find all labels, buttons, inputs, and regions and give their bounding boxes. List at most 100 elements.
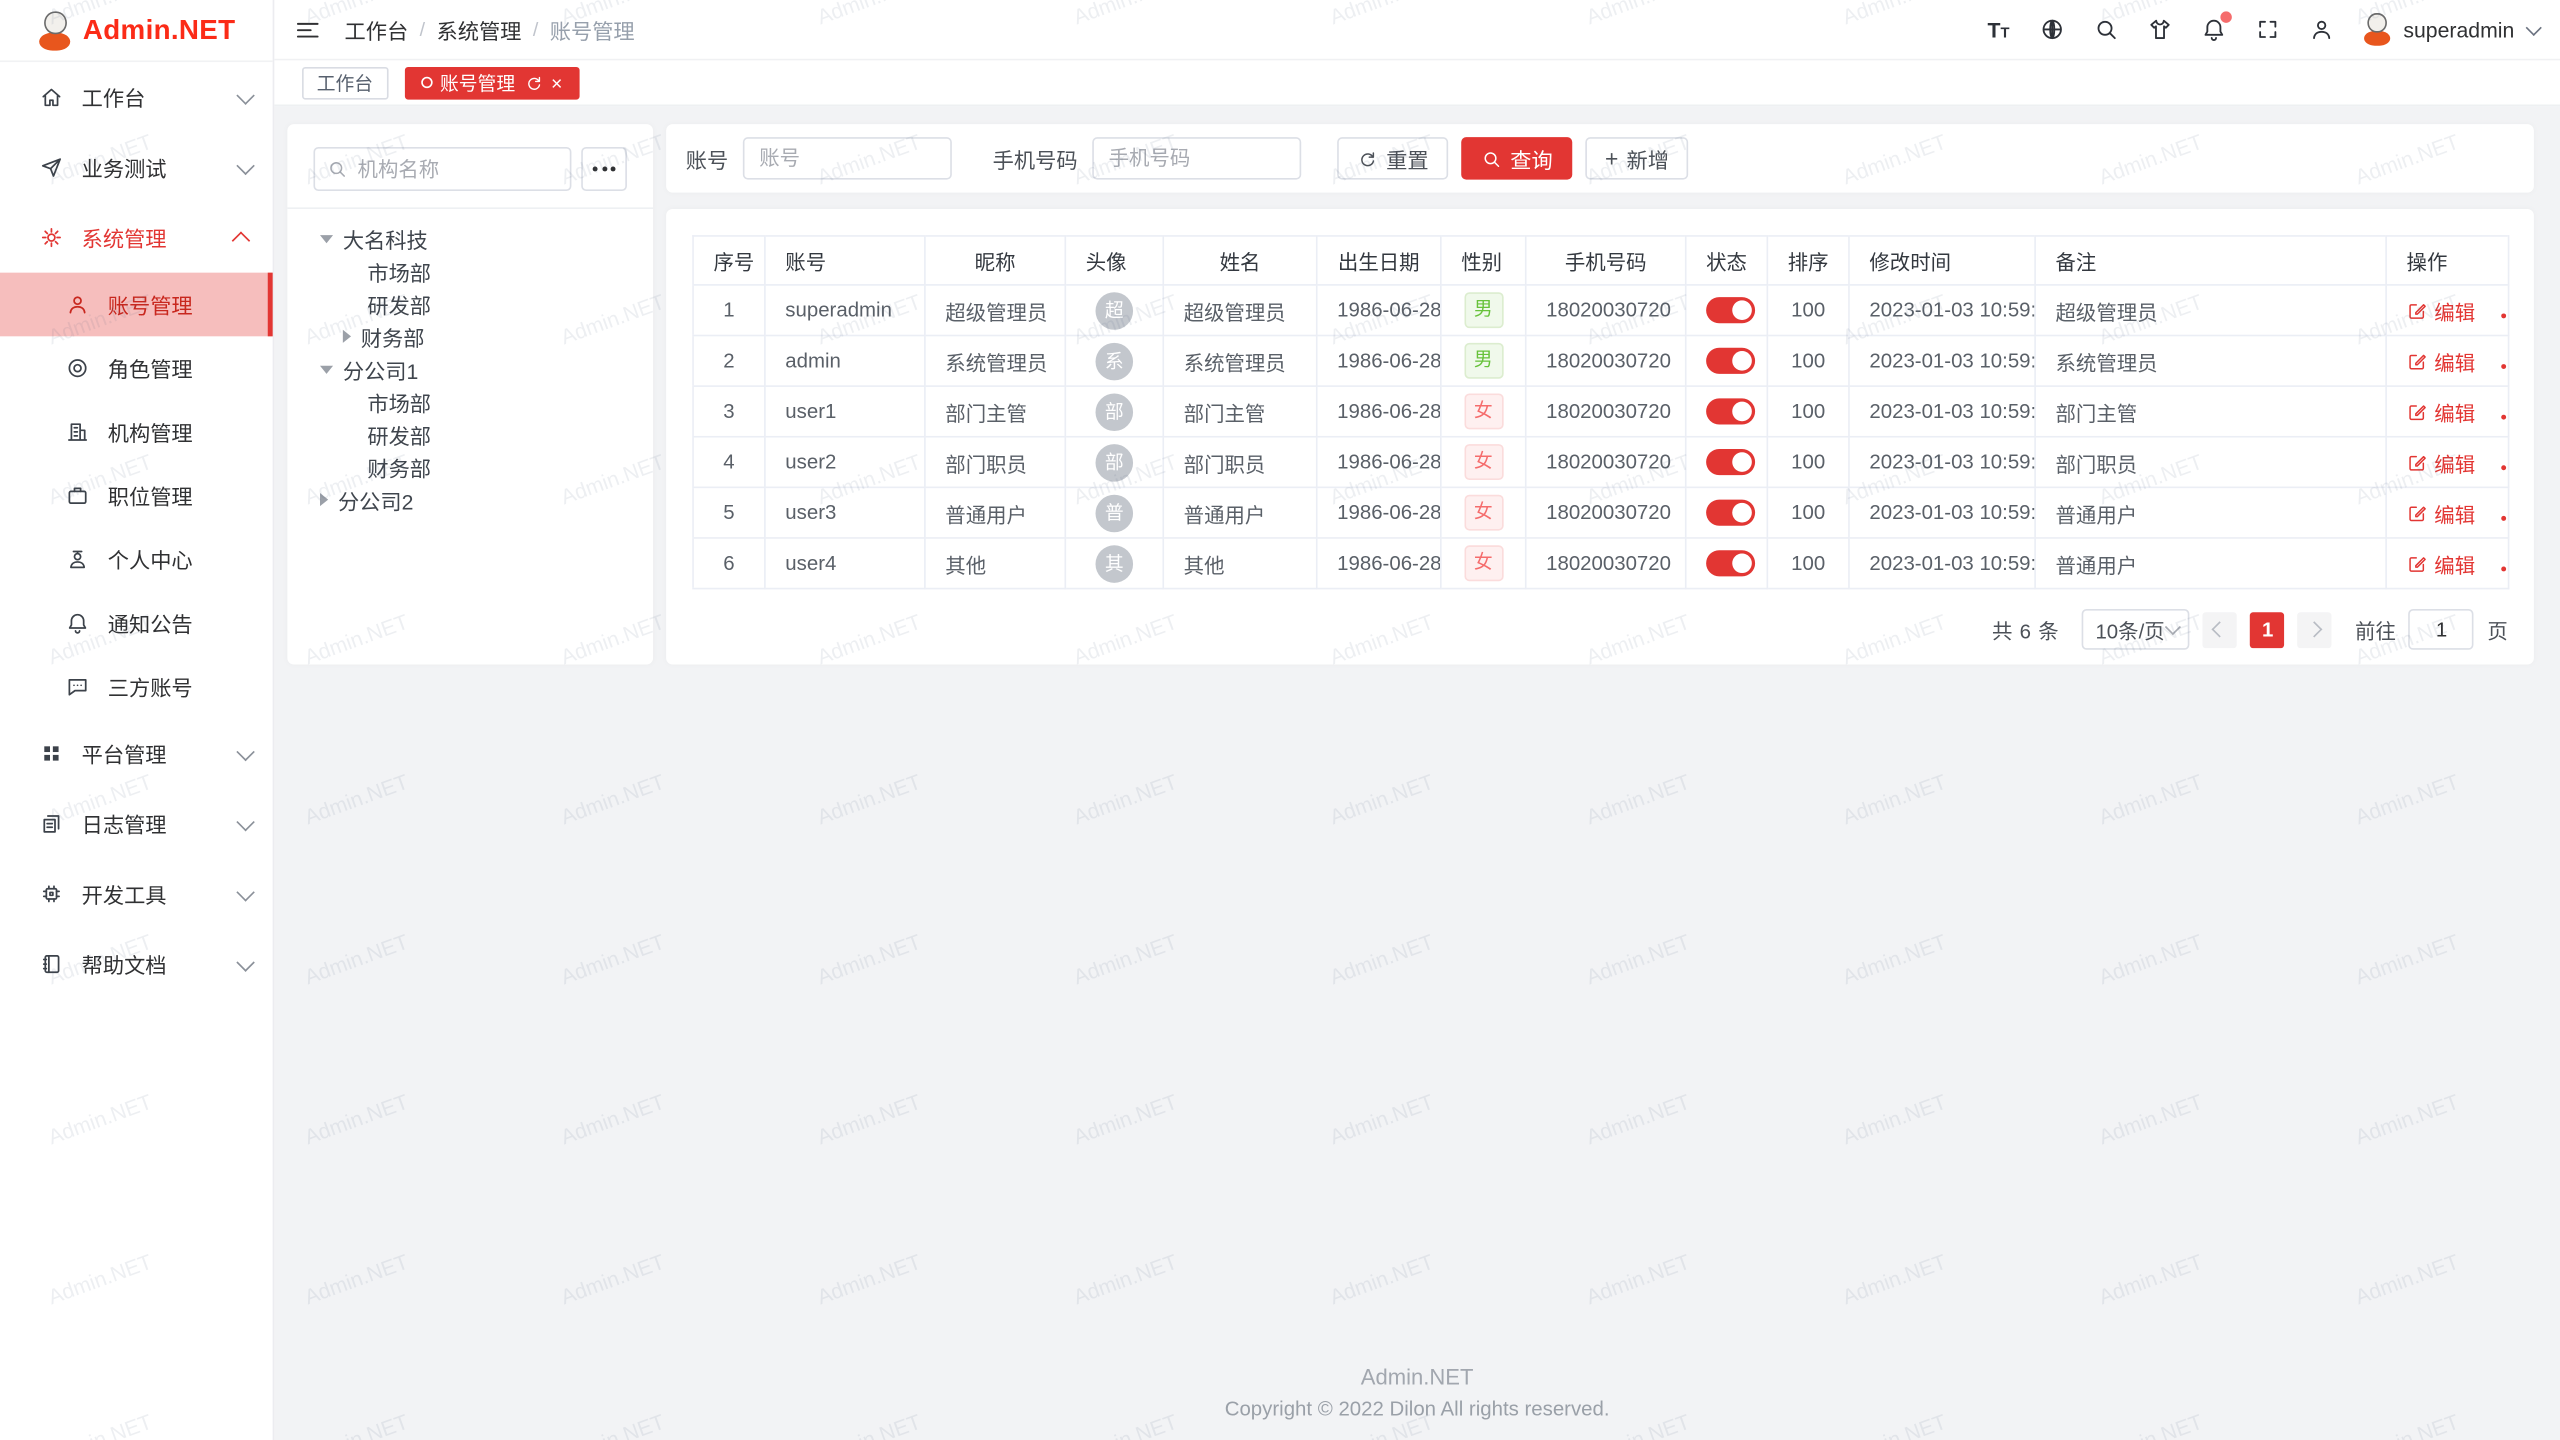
reset-button[interactable]: 重置 <box>1337 137 1448 179</box>
tree-node[interactable]: 市场部 <box>313 255 626 288</box>
sidebar-menu-item[interactable]: 帮助文档 <box>0 929 273 999</box>
fullscreen-icon[interactable] <box>2255 16 2281 42</box>
edit-button[interactable]: 编辑 <box>2407 295 2476 326</box>
more-icon[interactable] <box>2500 465 2508 470</box>
query-button[interactable]: 查询 <box>1461 137 1572 179</box>
chevron-right-icon <box>2307 621 2323 637</box>
sidebar-menu-item[interactable]: 三方账号 <box>0 655 273 719</box>
account-input[interactable] <box>743 137 952 179</box>
gender-badge: 女 <box>1464 546 1503 581</box>
more-icon[interactable] <box>2500 313 2508 318</box>
chevron-icon <box>236 953 254 971</box>
sidebar-menu-item[interactable]: 个人中心 <box>0 527 273 591</box>
sidebar-menu-item[interactable]: 职位管理 <box>0 464 273 528</box>
chevron-down-icon <box>2166 619 2182 635</box>
sidebar-menu-item[interactable]: 通知公告 <box>0 591 273 655</box>
font-size-icon[interactable]: TT <box>1985 16 2011 42</box>
logo[interactable]: Admin.NET <box>0 0 273 62</box>
tree-more-button[interactable] <box>581 147 627 191</box>
more-icon[interactable] <box>2500 414 2508 419</box>
profile-icon[interactable] <box>2309 16 2335 42</box>
add-button[interactable]: + 新增 <box>1585 137 1688 179</box>
edit-button[interactable]: 编辑 <box>2407 345 2476 376</box>
edit-button[interactable]: 编辑 <box>2407 548 2476 579</box>
collapse-sidebar-icon[interactable] <box>294 16 322 44</box>
column-header[interactable]: 序号 <box>693 236 765 285</box>
footer-brand: Admin.NET <box>274 1365 2560 1389</box>
column-header[interactable]: 备注 <box>2035 236 2386 285</box>
avatar: 其 <box>1096 544 1134 582</box>
column-header[interactable]: 性别 <box>1441 236 1526 285</box>
menu-item-icon <box>39 811 63 835</box>
tree-node[interactable]: 财务部 <box>313 320 626 353</box>
cell-phone: 18020030720 <box>1526 336 1686 387</box>
user-menu[interactable]: superadmin <box>2363 13 2538 46</box>
cell-order: 100 <box>1767 437 1849 488</box>
column-header[interactable]: 出生日期 <box>1317 236 1441 285</box>
sidebar-menu-item[interactable]: 机构管理 <box>0 400 273 464</box>
sidebar-menu-item[interactable]: 业务测试 <box>0 132 273 202</box>
column-header[interactable]: 修改时间 <box>1849 236 2035 285</box>
edit-button[interactable]: 编辑 <box>2407 497 2476 528</box>
sidebar-menu-item[interactable]: 系统管理 <box>0 202 273 272</box>
tree-node[interactable]: 市场部 <box>313 385 626 418</box>
column-header[interactable]: 操作 <box>2386 236 2508 285</box>
goto-page-input[interactable] <box>2409 609 2474 650</box>
column-header[interactable]: 状态 <box>1686 236 1768 285</box>
current-page[interactable]: 1 <box>2251 611 2285 647</box>
sidebar-menu-item[interactable]: 角色管理 <box>0 336 273 400</box>
status-toggle[interactable] <box>1706 398 1755 424</box>
status-toggle[interactable] <box>1706 550 1755 576</box>
search-icon[interactable] <box>2093 16 2119 42</box>
tree-node[interactable]: 分公司2 <box>313 483 626 516</box>
column-header[interactable]: 账号 <box>765 236 925 285</box>
prev-page-button[interactable] <box>2203 611 2237 647</box>
sidebar-menu-item[interactable]: 平台管理 <box>0 718 273 788</box>
refresh-icon[interactable] <box>523 73 543 93</box>
more-icon[interactable] <box>2500 566 2508 571</box>
theme-icon[interactable] <box>2147 16 2173 42</box>
tree-node[interactable]: 研发部 <box>313 287 626 320</box>
sidebar-menu-item[interactable]: 开发工具 <box>0 859 273 929</box>
phone-input[interactable] <box>1092 137 1301 179</box>
tree-node[interactable]: 财务部 <box>313 451 626 484</box>
close-icon[interactable]: × <box>551 73 562 93</box>
org-search-input[interactable] <box>313 147 571 191</box>
breadcrumb-item[interactable]: 工作台 <box>344 14 408 45</box>
cell-nickname: 部门主管 <box>925 386 1065 437</box>
breadcrumb-item[interactable]: 系统管理 <box>437 14 522 45</box>
more-icon[interactable] <box>2500 364 2508 369</box>
footer-copyright: Copyright © 2022 Dilon All rights reserv… <box>274 1398 2560 1421</box>
tree-node[interactable]: 大名科技 <box>313 222 626 255</box>
status-toggle[interactable] <box>1706 449 1755 475</box>
tree-node[interactable]: 分公司1 <box>313 353 626 386</box>
status-toggle[interactable] <box>1706 348 1755 374</box>
edit-button[interactable]: 编辑 <box>2407 396 2476 427</box>
tree-node[interactable]: 研发部 <box>313 418 626 451</box>
cell-phone: 18020030720 <box>1526 538 1686 589</box>
status-toggle[interactable] <box>1706 500 1755 526</box>
pagination: 共 6 条 10条/页 1 前往 页 <box>1992 609 2508 650</box>
next-page-button[interactable] <box>2298 611 2332 647</box>
cell-phone: 18020030720 <box>1526 487 1686 538</box>
page-tab[interactable]: 工作台 × <box>302 66 388 99</box>
column-header[interactable]: 排序 <box>1767 236 1849 285</box>
gender-badge: 女 <box>1464 495 1503 530</box>
page-tab[interactable]: 账号管理 × <box>404 66 579 99</box>
cell-index: 2 <box>693 336 765 387</box>
menu-item-icon <box>39 952 63 976</box>
more-icon[interactable] <box>2500 515 2508 520</box>
sidebar-menu-item[interactable]: 日志管理 <box>0 789 273 859</box>
gender-badge: 男 <box>1464 343 1503 378</box>
column-header[interactable]: 手机号码 <box>1526 236 1686 285</box>
column-header[interactable]: 昵称 <box>925 236 1065 285</box>
sidebar-menu-item[interactable]: 账号管理 <box>0 273 273 337</box>
column-header[interactable]: 姓名 <box>1163 236 1316 285</box>
status-toggle[interactable] <box>1706 297 1755 323</box>
notification-icon[interactable] <box>2201 16 2227 42</box>
sidebar-menu-item[interactable]: 工作台 <box>0 62 273 132</box>
page-size-select[interactable]: 10条/页 <box>2082 609 2190 650</box>
edit-button[interactable]: 编辑 <box>2407 447 2476 478</box>
column-header[interactable]: 头像 <box>1065 236 1163 285</box>
language-icon[interactable] <box>2039 16 2065 42</box>
